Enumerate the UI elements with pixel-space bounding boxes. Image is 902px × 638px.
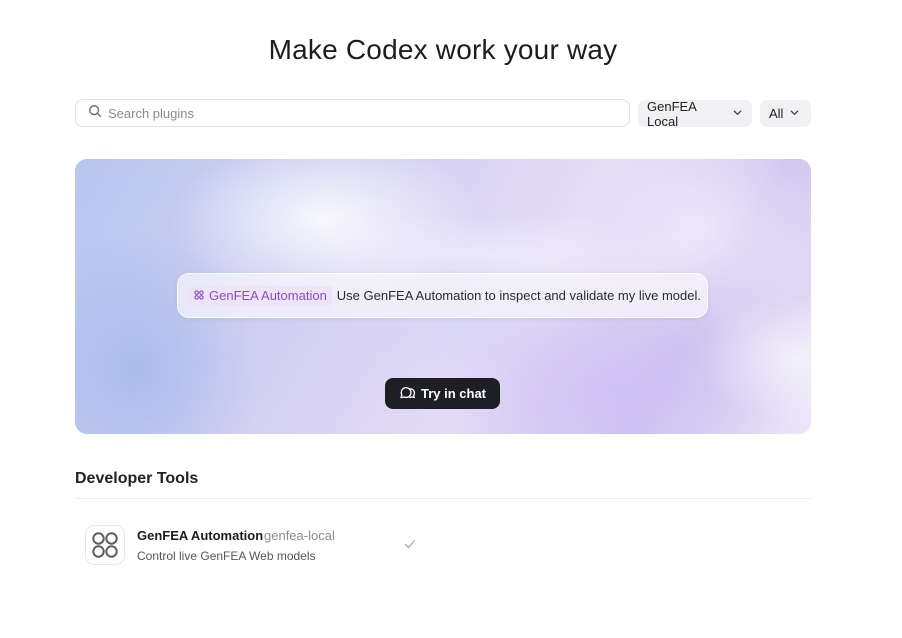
installed-check-icon (403, 537, 417, 551)
category-dropdown[interactable]: All (760, 100, 811, 127)
source-dropdown-label: GenFEA Local (647, 98, 697, 129)
plugin-mention-label: GenFEA Automation (209, 288, 327, 303)
example-prompt: GenFEA Automation Use GenFEA Automation … (177, 273, 708, 318)
chat-bubbles-icon (399, 385, 421, 403)
section-divider (75, 498, 811, 499)
plugin-mention-chip: GenFEA Automation (189, 285, 332, 306)
plugins-page: Make Codex work your way GenFEA Local Al… (0, 0, 902, 638)
plugin-name: GenFEA Automation (137, 528, 264, 543)
section-title-developer-tools: Developer Tools (75, 470, 199, 487)
example-prompt-text: Use GenFEA Automation to inspect and val… (336, 288, 701, 303)
search-input[interactable] (108, 105, 608, 121)
plugin-description: Control live GenFEA Web models (137, 549, 316, 563)
search-box[interactable] (75, 99, 630, 127)
search-icon (88, 104, 102, 123)
plugin-grid-icon (85, 525, 125, 565)
plugin-grid-icon (194, 288, 209, 303)
category-dropdown-label: All (769, 106, 784, 121)
featured-plugin-banner: GenFEA Automation Use GenFEA Automation … (75, 159, 811, 434)
plugin-list-item[interactable]: GenFEA Automation genfea-local Control l… (75, 522, 435, 568)
try-in-chat-label: Try in chat (420, 386, 487, 401)
source-dropdown[interactable]: GenFEA Local (638, 98, 752, 129)
chevron-down-icon (726, 106, 743, 121)
plugin-id: genfea-local (264, 528, 335, 543)
page-title: Make Codex work your way (268, 34, 618, 65)
try-in-chat-button[interactable]: Try in chat (385, 378, 500, 409)
chevron-down-icon (783, 106, 800, 121)
